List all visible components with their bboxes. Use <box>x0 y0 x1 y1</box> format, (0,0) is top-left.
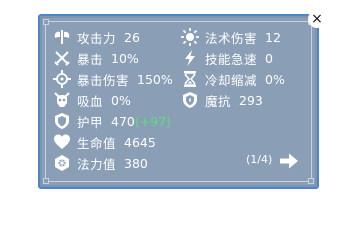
stat-cooldown: 冷却缩减 0% <box>181 69 285 89</box>
stat-value: 0% <box>265 71 285 87</box>
stat-ability-haste: 技能急速 0 <box>181 48 273 68</box>
stat-value: 470 <box>111 113 135 129</box>
stat-value: 12 <box>265 29 281 45</box>
stat-bonus: (+97) <box>134 113 172 129</box>
heart-icon <box>53 133 71 151</box>
vampire-skull-icon <box>53 91 71 109</box>
stat-mana: 法力值 380 <box>53 153 148 173</box>
panel-corner <box>43 178 49 184</box>
hourglass-icon <box>181 70 199 88</box>
stat-label: 法术伤害 <box>205 30 258 46</box>
stat-label: 技能急速 <box>205 51 258 67</box>
stat-lifesteal: 吸血 0% <box>53 90 131 110</box>
stat-spell-damage: 法术伤害 12 <box>181 27 281 47</box>
stat-armor: 护甲 470 (+97) <box>53 111 171 131</box>
crosshair-icon <box>53 70 71 88</box>
stat-value: 26 <box>124 29 140 45</box>
magic-shield-icon <box>181 91 199 109</box>
stat-value: 10% <box>111 50 139 66</box>
stat-value: 150% <box>137 71 173 87</box>
panel-corner <box>308 178 314 184</box>
page-indicator: (1/4) <box>246 153 273 166</box>
mana-crystal-icon <box>53 154 71 172</box>
stat-magic-resist: 魔抗 293 <box>181 90 263 110</box>
arrow-right-icon <box>280 153 298 169</box>
stat-label: 攻击力 <box>77 30 117 46</box>
stat-label: 暴击伤害 <box>77 72 130 88</box>
stat-label: 法力值 <box>77 156 117 172</box>
stat-label: 魔抗 <box>205 93 232 109</box>
next-page-button[interactable] <box>279 152 299 170</box>
stat-health: 生命值 4645 <box>53 132 156 152</box>
lightning-icon <box>181 49 199 67</box>
stat-value: 293 <box>239 92 263 108</box>
crossed-swords-icon <box>53 49 71 67</box>
stat-crit-damage: 暴击伤害 150% <box>53 69 173 89</box>
stat-label: 暴击 <box>77 51 104 67</box>
stat-label: 生命值 <box>77 135 117 151</box>
shield-icon <box>53 112 71 130</box>
stat-value: 0% <box>111 92 131 108</box>
stat-value: 380 <box>124 155 148 171</box>
stat-label: 护甲 <box>77 114 104 130</box>
stat-label: 冷却缩减 <box>205 72 258 88</box>
close-button[interactable]: × <box>308 10 326 28</box>
axe-icon <box>53 28 71 46</box>
stat-crit: 暴击 10% <box>53 48 139 68</box>
stat-value: 4645 <box>124 134 156 150</box>
stat-attack: 攻击力 26 <box>53 27 140 47</box>
panel-corner <box>43 19 49 25</box>
sun-burst-icon <box>181 28 199 46</box>
stat-label: 吸血 <box>77 93 104 109</box>
stat-value: 0 <box>265 50 273 66</box>
